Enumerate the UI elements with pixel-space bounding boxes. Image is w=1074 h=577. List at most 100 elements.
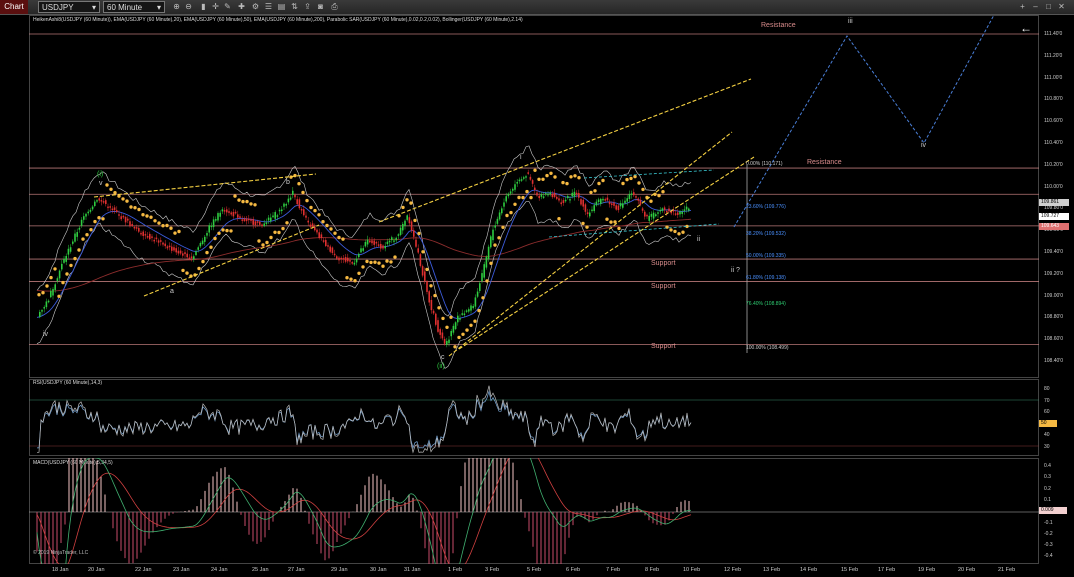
chevron-down-icon: ▾ <box>156 3 161 12</box>
candle-body <box>162 242 164 245</box>
candle-body <box>281 209 283 212</box>
candle-body <box>454 322 457 330</box>
macd-y-tick: -0.2 <box>1044 530 1053 537</box>
parabolic-sar-dot <box>485 279 489 283</box>
time-tick: 20 Jan <box>88 567 105 573</box>
wave-label: (i) <box>97 171 104 178</box>
candle-body <box>201 240 204 244</box>
minimize-icon[interactable]: – <box>1031 2 1040 11</box>
time-tick: 1 Feb <box>448 567 463 573</box>
candle-body <box>674 213 677 215</box>
close-icon[interactable]: ✕ <box>1057 2 1066 11</box>
time-tick: 13 Feb <box>763 567 781 573</box>
macd-line <box>36 458 692 564</box>
chart-trader-icon[interactable]: ⇅ <box>290 2 299 11</box>
candle-body <box>140 232 142 235</box>
properties-icon[interactable]: ☰ <box>264 2 273 11</box>
candle-body <box>648 215 650 221</box>
candle-body <box>505 196 507 202</box>
price-y-tick: 110.20'0 <box>1044 161 1063 168</box>
parabolic-sar-dot <box>601 178 605 183</box>
candle-body <box>496 218 499 224</box>
chart-tab[interactable]: Chart <box>0 0 28 14</box>
candle-body <box>45 301 48 308</box>
parabolic-sar-dot <box>77 248 81 252</box>
candle-body <box>118 214 120 216</box>
parabolic-sar-dot <box>41 291 45 295</box>
candle-body <box>151 236 153 238</box>
parabolic-sar-dot <box>473 319 477 323</box>
candle-body <box>285 204 287 206</box>
parabolic-sar-dot <box>61 280 65 285</box>
instrument-selector[interactable]: USDJPY ▾ <box>38 1 100 13</box>
candle-body <box>556 196 558 199</box>
maximize-icon[interactable]: □ <box>1044 2 1053 11</box>
candle-body <box>131 224 133 226</box>
candle-body <box>113 207 116 211</box>
candle-body <box>646 214 648 217</box>
candle-body <box>190 256 193 259</box>
candle-body <box>461 313 463 315</box>
parabolic-sar-dot <box>669 228 673 232</box>
interval-selector[interactable]: 60 Minute ▾ <box>103 1 165 13</box>
share-icon[interactable]: ⇪ <box>303 2 312 11</box>
candle-body <box>465 310 468 312</box>
print-icon[interactable]: ⎙ <box>330 2 339 11</box>
parabolic-sar-dot <box>381 264 385 268</box>
candle-body <box>300 208 303 211</box>
candle-body <box>278 209 281 212</box>
candle-body <box>124 216 127 223</box>
candle-body <box>688 208 690 211</box>
parabolic-sar-dot <box>581 221 585 226</box>
candle-body <box>69 247 72 252</box>
candle-body <box>173 247 175 251</box>
parabolic-sar-dot <box>49 275 53 280</box>
zoom-in-icon[interactable]: ⊕ <box>172 2 181 11</box>
strategies-icon[interactable]: ⚙ <box>251 2 260 11</box>
candle-body <box>303 209 305 216</box>
price-axis[interactable] <box>1039 15 1074 378</box>
candle-body <box>432 310 435 314</box>
parabolic-sar-dot <box>677 232 681 236</box>
parabolic-sar-dot <box>477 308 481 313</box>
candle-body <box>267 217 270 221</box>
crosshair-icon[interactable]: ✛ <box>211 2 220 11</box>
drawing-tools-icon[interactable]: ✎ <box>223 2 232 11</box>
bar-style-icon[interactable]: ▮ <box>199 2 208 11</box>
candle-body <box>197 247 199 250</box>
candle-body <box>503 202 505 207</box>
zoom-out-icon[interactable]: ⊖ <box>184 2 193 11</box>
candle-body <box>54 284 56 290</box>
candle-body <box>421 266 424 276</box>
data-box-icon[interactable]: ▤ <box>277 2 286 11</box>
indicators-icon[interactable]: ✚ <box>237 2 246 11</box>
candle-body <box>144 234 147 236</box>
parabolic-sar-dot <box>221 228 225 232</box>
candle-body <box>50 290 52 298</box>
candle-body <box>542 196 545 198</box>
candle-body <box>547 193 549 196</box>
candle-body <box>463 313 466 315</box>
parabolic-sar-dot <box>505 213 509 218</box>
parabolic-sar-dot <box>569 175 573 179</box>
parabolic-sar-dot <box>45 284 49 288</box>
candle-body <box>349 260 351 262</box>
add-icon[interactable]: + <box>1018 2 1027 11</box>
parabolic-sar-dot <box>545 173 549 178</box>
parabolic-sar-dot <box>561 180 565 185</box>
candle-body <box>604 199 606 201</box>
parabolic-sar-dot <box>313 208 317 213</box>
candle-body <box>309 224 312 227</box>
candle-body <box>94 201 96 206</box>
macd-y-tick: 0.1 <box>1044 496 1051 503</box>
parabolic-sar-dot <box>429 284 433 288</box>
parabolic-sar-dot <box>345 276 349 280</box>
price-marker-label: 109.643 <box>1041 223 1060 229</box>
candle-body <box>481 273 483 282</box>
candle-body <box>661 208 664 211</box>
candle-body <box>41 310 43 312</box>
arrow-left-icon[interactable]: ← <box>1020 21 1032 35</box>
candle-body <box>342 258 345 260</box>
snapshot-icon[interactable]: ◙ <box>316 2 325 11</box>
parabolic-sar-dot <box>145 214 149 218</box>
